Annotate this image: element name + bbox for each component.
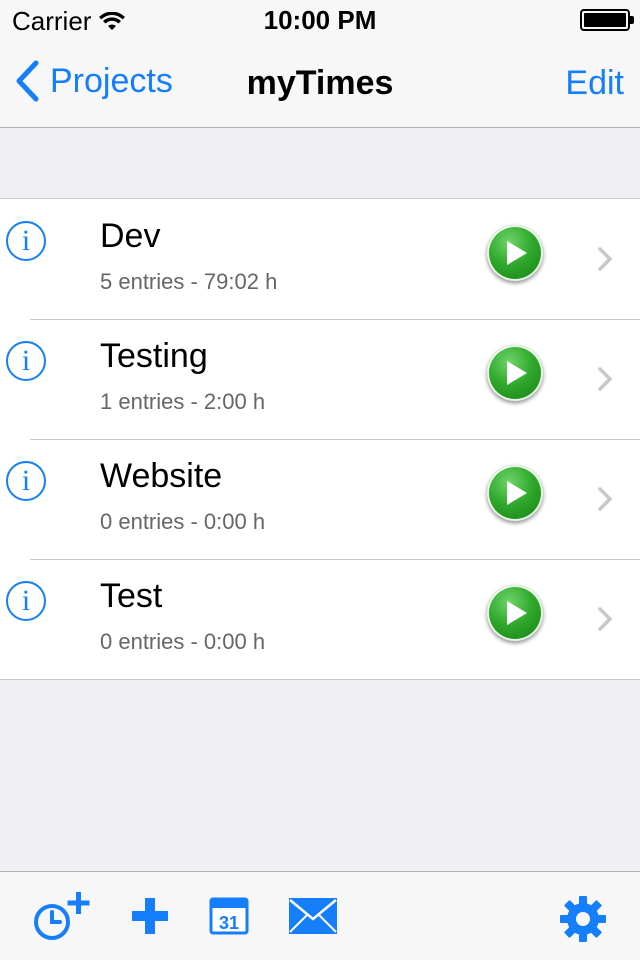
edit-button[interactable]: Edit xyxy=(565,64,624,103)
plus-icon xyxy=(132,898,168,934)
project-summary: 0 entries - 0:00 h xyxy=(100,629,266,654)
chevron-right-icon xyxy=(598,247,612,271)
add-project-button[interactable] xyxy=(130,896,170,941)
play-icon xyxy=(507,241,527,265)
status-left: Carrier xyxy=(12,6,126,37)
project-summary: 0 entries - 0:00 h xyxy=(100,509,266,534)
info-icon[interactable]: i xyxy=(6,461,46,501)
status-time: 10:00 PM xyxy=(263,4,377,35)
bottom-toolbar: 31 xyxy=(0,871,640,960)
project-name: Test xyxy=(100,577,163,615)
chevron-right-icon xyxy=(598,367,612,391)
play-button[interactable] xyxy=(487,465,543,521)
add-time-entry-button[interactable] xyxy=(32,892,94,947)
navigation-bar: Projects myTimes Edit xyxy=(0,40,640,128)
battery-icon xyxy=(580,9,634,31)
play-icon xyxy=(507,601,527,625)
play-button[interactable] xyxy=(487,585,543,641)
calendar-button[interactable]: 31 xyxy=(209,895,249,940)
project-name: Dev xyxy=(100,217,161,255)
project-row-test[interactable]: i Test 0 entries - 0:00 h xyxy=(0,559,640,679)
project-name: Website xyxy=(100,457,223,495)
info-icon[interactable]: i xyxy=(6,581,46,621)
project-row-testing[interactable]: i Testing 1 entries - 2:00 h xyxy=(0,319,640,439)
project-summary: 5 entries - 79:02 h xyxy=(100,269,278,294)
play-button[interactable] xyxy=(487,345,543,401)
carrier-label: Carrier xyxy=(12,6,92,36)
info-icon[interactable]: i xyxy=(6,341,46,381)
settings-button[interactable] xyxy=(558,894,608,949)
project-summary: 1 entries - 2:00 h xyxy=(100,389,266,414)
wifi-icon xyxy=(99,11,126,30)
mail-icon xyxy=(289,898,337,934)
info-icon[interactable]: i xyxy=(6,221,46,261)
play-icon xyxy=(507,481,527,505)
chevron-right-icon xyxy=(598,607,612,631)
gear-icon xyxy=(560,896,606,942)
calendar-icon: 31 xyxy=(209,897,249,935)
clock-plus-icon xyxy=(34,892,90,940)
status-bar: Carrier 10:00 PM xyxy=(0,0,640,40)
page-title: myTimes xyxy=(246,64,394,102)
calendar-day-label: 31 xyxy=(219,913,239,933)
play-button[interactable] xyxy=(487,225,543,281)
play-icon xyxy=(507,361,527,385)
project-name: Testing xyxy=(100,337,208,375)
project-row-dev[interactable]: i Dev 5 entries - 79:02 h xyxy=(0,199,640,319)
project-row-website[interactable]: i Website 0 entries - 0:00 h xyxy=(0,439,640,559)
chevron-right-icon xyxy=(598,487,612,511)
email-button[interactable] xyxy=(288,897,338,940)
project-list: i Dev 5 entries - 79:02 h i Testing 1 en… xyxy=(0,198,640,680)
